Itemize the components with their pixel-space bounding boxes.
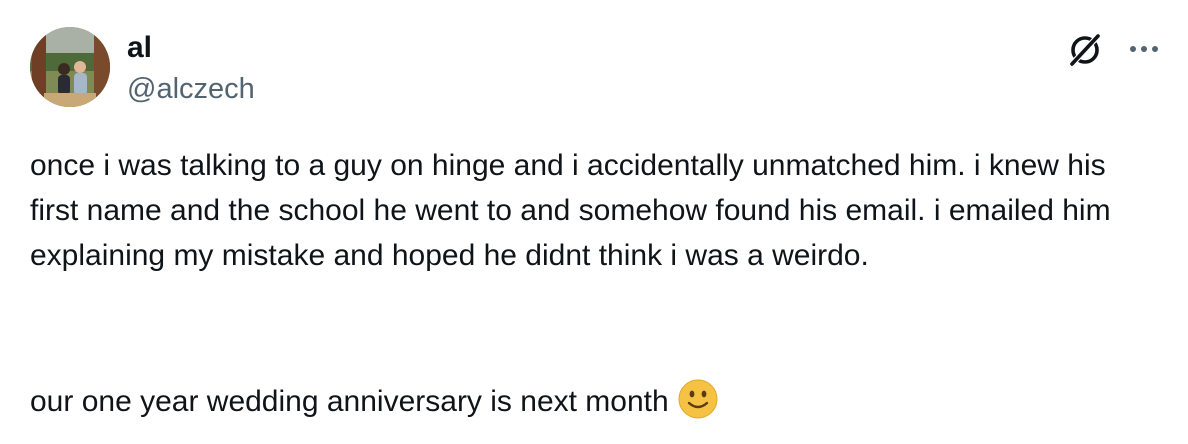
tweet-paragraph-2: our one year wedding anniversary is next… <box>30 385 669 418</box>
slightly-smiling-face-icon <box>677 378 719 420</box>
tweet-paragraph-2-line: our one year wedding anniversary is next… <box>30 378 719 424</box>
tweet-text: once i was talking to a guy on hinge and… <box>30 143 1150 278</box>
user-handle[interactable]: @alczech <box>127 71 255 107</box>
tweet-card: al @alczech once i was talking to a guy … <box>0 0 1188 444</box>
display-name[interactable]: al <box>127 30 152 66</box>
more-icon[interactable] <box>1126 34 1162 64</box>
grok-icon[interactable] <box>1065 29 1105 69</box>
avatar-photo <box>30 27 110 107</box>
tweet-paragraph-1: once i was talking to a guy on hinge and… <box>30 149 1111 272</box>
avatar[interactable] <box>30 27 110 107</box>
